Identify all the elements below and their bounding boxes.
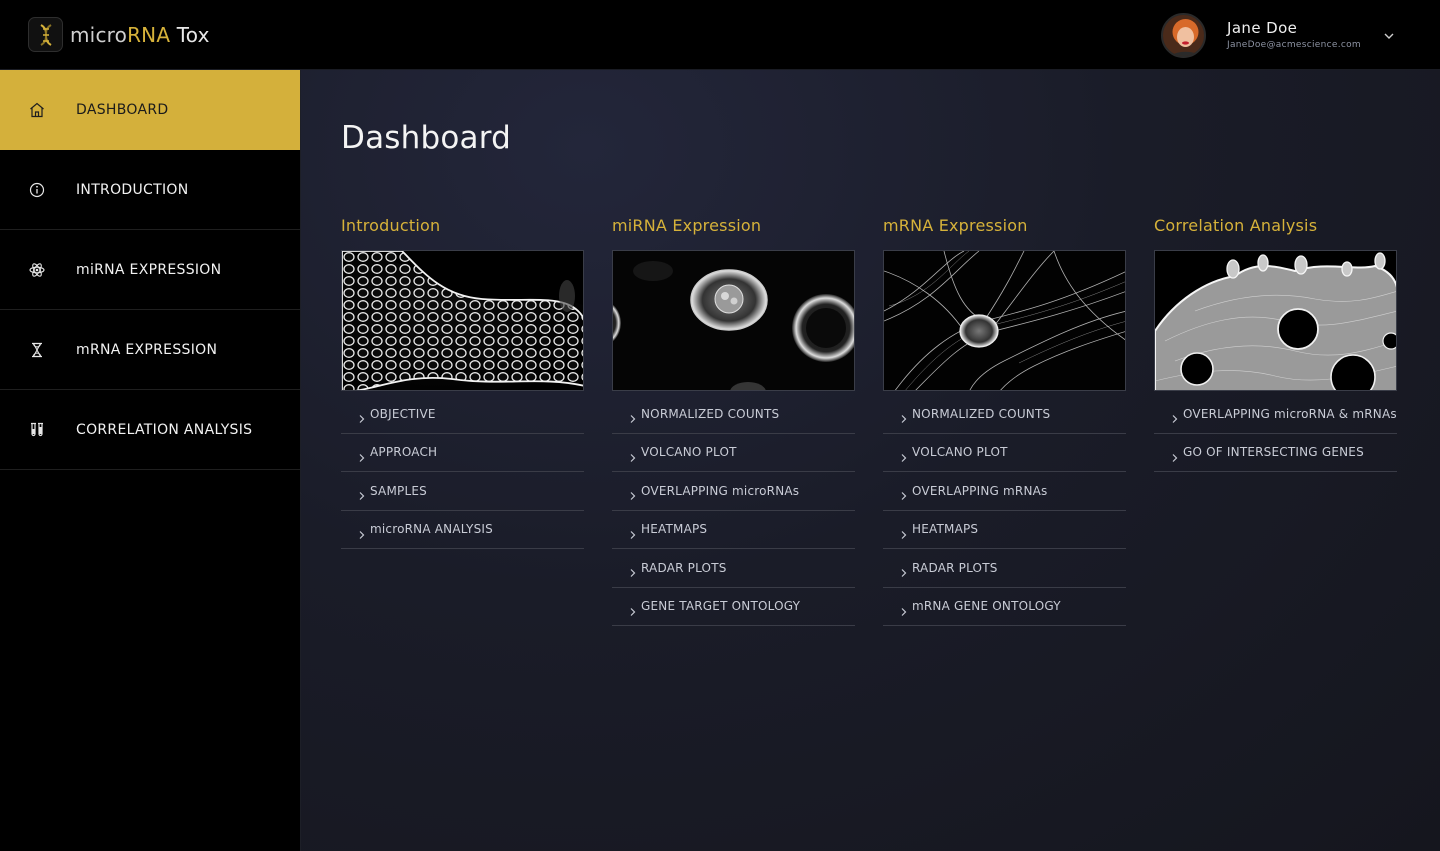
- chevron-right-icon: [1171, 448, 1179, 462]
- info-icon: [28, 181, 46, 199]
- hourglass-icon: [28, 341, 46, 359]
- sidebar-item-label: CORRELATION ANALYSIS: [76, 421, 253, 438]
- link-label: mRNA GENE ONTOLOGY: [912, 599, 1061, 614]
- chevron-right-icon: [629, 448, 637, 462]
- sidebar: DASHBOARD INTRODUCTION miRNA EXPRESSION …: [0, 70, 301, 851]
- link-heatmaps[interactable]: HEATMAPS: [612, 511, 855, 549]
- chevron-right-icon: [629, 602, 637, 616]
- link-label: VOLCANO PLOT: [912, 445, 1008, 460]
- section-links: NORMALIZED COUNTS VOLCANO PLOT OVERLAPPI…: [612, 395, 855, 626]
- section-correlation-analysis: Correlation Analysis OVERLAPPING microRN…: [1154, 215, 1397, 472]
- chevron-right-icon: [900, 525, 908, 539]
- link-label: HEATMAPS: [912, 522, 979, 537]
- atom-icon: [28, 261, 46, 279]
- section-title[interactable]: Introduction: [341, 215, 584, 237]
- link-overlapping-microrna-mrnas[interactable]: OVERLAPPING microRNA & mRNAs: [1154, 395, 1397, 434]
- section-image[interactable]: [1154, 250, 1397, 391]
- chevron-right-icon: [358, 409, 366, 423]
- link-go-of-intersecting-genes[interactable]: GO OF INTERSECTING GENES: [1154, 434, 1397, 472]
- brand-part-3: Tox: [170, 23, 210, 47]
- section-image[interactable]: [612, 250, 855, 391]
- chevron-right-icon: [900, 602, 908, 616]
- section-title[interactable]: miRNA Expression: [612, 215, 855, 237]
- sidebar-item-mrna-expression[interactable]: mRNA EXPRESSION: [0, 310, 300, 390]
- link-gene-target-ontology[interactable]: GENE TARGET ONTOLOGY: [612, 588, 855, 626]
- test-tubes-icon: [28, 421, 46, 439]
- chevron-right-icon: [358, 525, 366, 539]
- chevron-right-icon: [900, 563, 908, 577]
- link-samples[interactable]: SAMPLES: [341, 472, 584, 511]
- link-radar-plots[interactable]: RADAR PLOTS: [612, 549, 855, 588]
- chevron-down-icon[interactable]: [1382, 28, 1396, 42]
- link-objective[interactable]: OBJECTIVE: [341, 395, 584, 434]
- chevron-right-icon: [900, 486, 908, 500]
- link-label: OBJECTIVE: [370, 406, 436, 421]
- top-bar: microRNA Tox Jane Doe JaneDoe@acmescienc…: [0, 0, 1440, 70]
- chevron-right-icon: [1171, 409, 1179, 423]
- section-title[interactable]: Correlation Analysis: [1154, 215, 1397, 237]
- link-label: VOLCANO PLOT: [641, 445, 737, 460]
- link-label: SAMPLES: [370, 483, 427, 498]
- sidebar-item-mirna-expression[interactable]: miRNA EXPRESSION: [0, 230, 300, 310]
- chevron-right-icon: [358, 448, 366, 462]
- sidebar-item-correlation-analysis[interactable]: CORRELATION ANALYSIS: [0, 390, 300, 470]
- section-image[interactable]: [883, 250, 1126, 391]
- section-title[interactable]: mRNA Expression: [883, 215, 1126, 237]
- section-mirna-expression: miRNA Expression NORMALIZED COUNTS VOLCA…: [612, 215, 855, 626]
- link-label: GO OF INTERSECTING GENES: [1183, 445, 1364, 460]
- link-label: RADAR PLOTS: [912, 560, 998, 575]
- chevron-right-icon: [900, 448, 908, 462]
- section-image[interactable]: [341, 250, 584, 391]
- link-label: microRNA ANALYSIS: [370, 522, 493, 537]
- chevron-right-icon: [629, 563, 637, 577]
- link-label: NORMALIZED COUNTS: [912, 406, 1051, 421]
- section-links: OBJECTIVE APPROACH SAMPLES microRNA ANAL…: [341, 395, 584, 549]
- dna-icon[interactable]: [28, 17, 63, 52]
- link-mrna-gene-ontology[interactable]: mRNA GENE ONTOLOGY: [883, 588, 1126, 626]
- link-label: NORMALIZED COUNTS: [641, 406, 780, 421]
- link-label: HEATMAPS: [641, 522, 708, 537]
- link-normalized-counts[interactable]: NORMALIZED COUNTS: [612, 395, 855, 434]
- chevron-right-icon: [629, 409, 637, 423]
- section-introduction: Introduction OBJECTIVE APPROACH SAMPLES: [341, 215, 584, 549]
- link-normalized-counts[interactable]: NORMALIZED COUNTS: [883, 395, 1126, 434]
- sidebar-item-label: miRNA EXPRESSION: [76, 261, 222, 278]
- sidebar-item-introduction[interactable]: INTRODUCTION: [0, 150, 300, 230]
- link-microrna-analysis[interactable]: microRNA ANALYSIS: [341, 511, 584, 549]
- user-name[interactable]: Jane Doe: [1227, 19, 1297, 37]
- link-heatmaps[interactable]: HEATMAPS: [883, 511, 1126, 549]
- app-title[interactable]: microRNA Tox: [70, 22, 210, 48]
- page-title: Dashboard: [341, 120, 511, 156]
- sidebar-item-dashboard[interactable]: DASHBOARD: [0, 70, 300, 150]
- link-label: OVERLAPPING microRNAs: [641, 483, 800, 498]
- link-label: APPROACH: [370, 445, 438, 460]
- brand-part-2: RNA: [127, 23, 171, 47]
- chevron-right-icon: [900, 409, 908, 423]
- user-email: JaneDoe@acmescience.com: [1227, 40, 1361, 50]
- link-label: OVERLAPPING mRNAs: [912, 483, 1048, 498]
- sidebar-item-label: DASHBOARD: [76, 101, 169, 118]
- chevron-right-icon: [629, 525, 637, 539]
- link-label: OVERLAPPING microRNA & mRNAs: [1183, 406, 1397, 421]
- link-radar-plots[interactable]: RADAR PLOTS: [883, 549, 1126, 588]
- link-overlapping-mrnas[interactable]: OVERLAPPING mRNAs: [883, 472, 1126, 511]
- link-overlapping-micrornas[interactable]: OVERLAPPING microRNAs: [612, 472, 855, 511]
- link-label: RADAR PLOTS: [641, 560, 727, 575]
- section-mrna-expression: mRNA Expression NORMALIZED COUNTS VOLCAN…: [883, 215, 1126, 626]
- section-links: NORMALIZED COUNTS VOLCANO PLOT OVERLAPPI…: [883, 395, 1126, 626]
- link-volcano-plot[interactable]: VOLCANO PLOT: [612, 434, 855, 472]
- sidebar-item-label: mRNA EXPRESSION: [76, 341, 218, 358]
- link-approach[interactable]: APPROACH: [341, 434, 584, 472]
- home-icon: [28, 101, 46, 119]
- link-volcano-plot[interactable]: VOLCANO PLOT: [883, 434, 1126, 472]
- link-label: GENE TARGET ONTOLOGY: [641, 599, 801, 614]
- avatar[interactable]: [1161, 13, 1206, 58]
- sidebar-item-label: INTRODUCTION: [76, 181, 189, 198]
- section-links: OVERLAPPING microRNA & mRNAs GO OF INTER…: [1154, 395, 1397, 472]
- brand-part-1: micro: [70, 23, 128, 47]
- chevron-right-icon: [358, 486, 366, 500]
- chevron-right-icon: [629, 486, 637, 500]
- main-content: Dashboard Introduction OBJECTIVE APPROAC…: [301, 70, 1440, 851]
